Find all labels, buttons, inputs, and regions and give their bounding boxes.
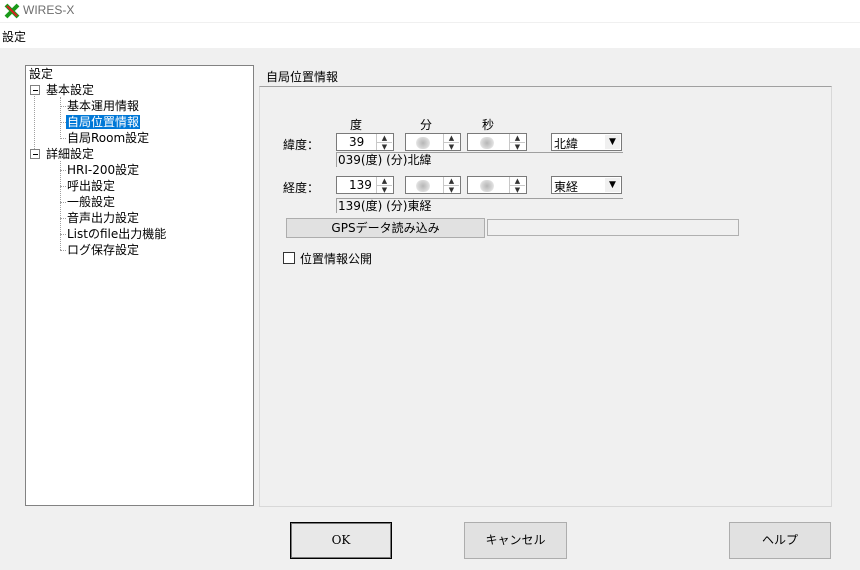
spinner-arrows[interactable]: ▲ ▼ (509, 177, 526, 194)
tree-connector (60, 234, 66, 235)
tree-connector (60, 138, 66, 139)
gps-load-button[interactable]: GPSデータ読み込み (286, 218, 485, 238)
spin-down-icon[interactable]: ▼ (510, 185, 525, 194)
spin-down-icon[interactable]: ▼ (444, 142, 459, 151)
panel-title: 自局位置情報 (266, 70, 339, 84)
longitude-hemisphere-select[interactable]: 東経 ▼ (551, 176, 622, 194)
collapse-icon[interactable] (30, 85, 40, 95)
spinner-arrows[interactable]: ▲ ▼ (376, 177, 393, 194)
redacted-value (416, 136, 430, 149)
latitude-hemisphere-value: 北緯 (554, 137, 579, 151)
header-minutes: 分 (420, 118, 433, 132)
tree-connector (60, 186, 66, 187)
longitude-readout: 139(度) (分)東経 (336, 198, 623, 213)
header-degrees: 度 (350, 118, 363, 132)
spin-up-icon[interactable]: ▲ (510, 177, 525, 185)
latitude-seconds-spinner[interactable]: ▲ ▼ (467, 133, 527, 151)
ok-button[interactable]: OK (290, 522, 392, 559)
tree-item-list-file-output[interactable]: Listのfile出力機能 (67, 227, 166, 241)
spinner-arrows[interactable]: ▲ ▼ (509, 134, 526, 151)
tree-item-room-settings[interactable]: 自局Room設定 (67, 131, 149, 145)
spin-up-icon[interactable]: ▲ (377, 177, 392, 185)
menu-bar: 設定 (0, 23, 860, 49)
tree-item-basic-operation[interactable]: 基本運用情報 (67, 99, 139, 113)
latitude-degrees-value: 39 (349, 135, 365, 149)
spin-down-icon[interactable]: ▼ (510, 142, 525, 151)
menu-settings[interactable]: 設定 (2, 28, 26, 45)
latitude-label: 緯度： (283, 138, 320, 152)
longitude-degrees-spinner[interactable]: 139 ▲ ▼ (336, 176, 394, 194)
tree-item-audio-output[interactable]: 音声出力設定 (67, 211, 139, 225)
longitude-minutes-spinner[interactable]: ▲ ▼ (405, 176, 461, 194)
spinner-arrows[interactable]: ▲ ▼ (376, 134, 393, 151)
spin-down-icon[interactable]: ▼ (377, 142, 392, 151)
longitude-degrees-value: 139 (349, 178, 372, 192)
tree-item-station-position[interactable]: 自局位置情報 (66, 115, 141, 129)
latitude-readout: 039(度) (分)北緯 (336, 152, 623, 167)
publish-position-checkbox[interactable] (283, 252, 295, 264)
tree-group-advanced[interactable]: 詳細設定 (46, 147, 94, 161)
tree-item-log-save[interactable]: ログ保存設定 (67, 243, 139, 257)
tree-root[interactable]: 設定 (29, 67, 53, 81)
tree-connector (60, 106, 66, 107)
tree-item-general-settings[interactable]: 一般設定 (67, 195, 115, 209)
spin-up-icon[interactable]: ▲ (444, 177, 459, 185)
redacted-value (416, 179, 430, 192)
latitude-hemisphere-select[interactable]: 北緯 ▼ (551, 133, 622, 151)
window-title: WIRES-X (23, 3, 75, 17)
help-button[interactable]: ヘルプ (729, 522, 831, 559)
spinner-arrows[interactable]: ▲ ▼ (443, 134, 460, 151)
settings-tree[interactable]: 設定 基本設定 基本運用情報 自局位置情報 自局Room設定 詳細設定 HRI-… (25, 65, 254, 506)
tree-connector (60, 202, 66, 203)
spin-up-icon[interactable]: ▲ (377, 134, 392, 142)
redacted-value (480, 179, 494, 192)
collapse-icon[interactable] (30, 149, 40, 159)
tree-item-hri200[interactable]: HRI-200設定 (67, 163, 139, 177)
tree-connector (60, 170, 66, 171)
title-bar: WIRES-X (0, 0, 860, 22)
tree-connector (60, 218, 66, 219)
publish-position-label[interactable]: 位置情報公開 (300, 250, 372, 267)
longitude-seconds-spinner[interactable]: ▲ ▼ (467, 176, 527, 194)
latitude-degrees-spinner[interactable]: 39 ▲ ▼ (336, 133, 394, 151)
tree-connector (34, 87, 35, 155)
tree-connector (60, 161, 61, 250)
longitude-label: 経度： (283, 181, 320, 195)
chevron-down-icon[interactable]: ▼ (605, 178, 620, 192)
tree-connector (60, 97, 61, 139)
longitude-hemisphere-value: 東経 (554, 180, 579, 194)
gps-status-field (487, 219, 739, 236)
latitude-minutes-spinner[interactable]: ▲ ▼ (405, 133, 461, 151)
tree-connector (60, 250, 66, 251)
spin-up-icon[interactable]: ▲ (510, 134, 525, 142)
wires-x-logo-icon (4, 3, 20, 19)
tree-item-call-settings[interactable]: 呼出設定 (67, 179, 115, 193)
chevron-down-icon[interactable]: ▼ (605, 135, 620, 149)
spin-up-icon[interactable]: ▲ (444, 134, 459, 142)
redacted-value (480, 136, 494, 149)
spin-down-icon[interactable]: ▼ (444, 185, 459, 194)
tree-group-basic[interactable]: 基本設定 (46, 83, 94, 97)
spinner-arrows[interactable]: ▲ ▼ (443, 177, 460, 194)
spin-down-icon[interactable]: ▼ (377, 185, 392, 194)
header-seconds: 秒 (482, 118, 495, 132)
cancel-button[interactable]: キャンセル (464, 522, 567, 559)
